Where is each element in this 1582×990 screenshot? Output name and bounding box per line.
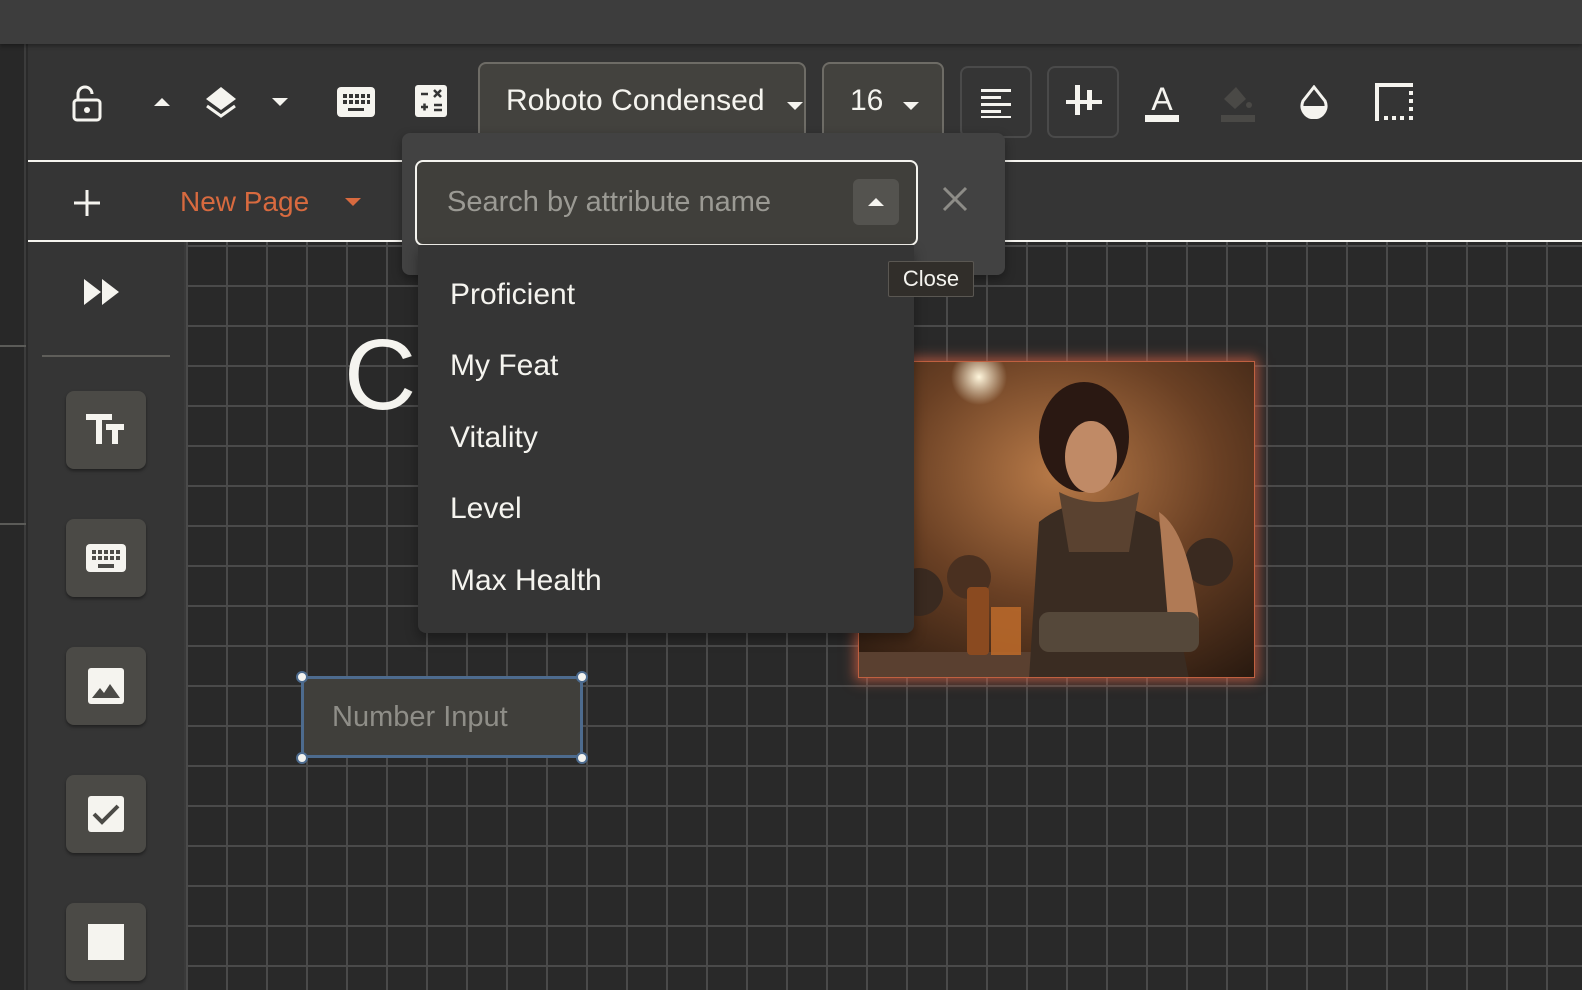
svg-text:A: A xyxy=(1151,83,1173,117)
resize-handle-top-right[interactable] xyxy=(576,671,588,683)
font-family-value: Roboto Condensed xyxy=(506,84,765,117)
number-input-placeholder: Number Input xyxy=(332,700,508,733)
lock-open-icon[interactable] xyxy=(68,82,106,124)
input-tool[interactable] xyxy=(66,519,146,597)
attribute-option[interactable]: Vitality xyxy=(418,402,914,474)
resize-handle-bottom-right[interactable] xyxy=(576,752,588,764)
sidebar-divider xyxy=(42,355,170,357)
border-style-icon[interactable] xyxy=(1374,82,1414,122)
chevron-down-icon xyxy=(903,84,920,118)
attribute-search-field[interactable] xyxy=(415,160,918,246)
text-tool[interactable] xyxy=(66,391,146,469)
calculator-icon[interactable] xyxy=(414,84,448,118)
checkbox-icon xyxy=(88,796,124,832)
fill-color-icon xyxy=(1220,82,1256,124)
text-color-icon[interactable]: A xyxy=(1144,82,1180,124)
font-size-value: 16 xyxy=(850,84,884,117)
close-icon xyxy=(942,186,968,212)
panel-divider xyxy=(0,523,26,525)
resize-handle-top-left[interactable] xyxy=(296,671,308,683)
attribute-option[interactable]: Max Health xyxy=(418,545,914,617)
attribute-option[interactable]: Proficient xyxy=(418,259,914,331)
shape-tool[interactable] xyxy=(66,903,146,981)
image-icon xyxy=(88,668,124,704)
panel-divider xyxy=(0,345,26,347)
fast-forward-icon[interactable] xyxy=(82,278,124,306)
chevron-down-icon[interactable] xyxy=(345,198,362,206)
close-button[interactable] xyxy=(942,186,976,220)
font-family-select[interactable]: Roboto Condensed xyxy=(478,62,806,138)
keyboard-icon xyxy=(86,544,126,572)
page-tab-label: New Page xyxy=(180,186,310,217)
canvas-heading-text[interactable]: C xyxy=(344,318,416,433)
text-align-button[interactable] xyxy=(960,66,1032,138)
font-size-select[interactable]: 16 xyxy=(822,62,944,138)
add-page-button[interactable] xyxy=(72,188,102,218)
letter-spacing-button[interactable] xyxy=(1047,66,1119,138)
keyboard-icon[interactable] xyxy=(336,86,376,118)
align-left-icon xyxy=(980,86,1012,118)
image-tool[interactable] xyxy=(66,647,146,725)
left-edge-panel xyxy=(0,44,26,990)
attribute-search-input[interactable] xyxy=(447,180,847,224)
tool-sidebar xyxy=(28,242,186,990)
text-size-icon xyxy=(86,414,124,444)
letter-spacing-icon xyxy=(1066,84,1102,120)
window-top-bar xyxy=(0,0,1582,44)
opacity-icon[interactable] xyxy=(1298,82,1330,122)
attribute-option[interactable]: My Feat xyxy=(418,331,914,403)
plus-icon xyxy=(74,190,100,216)
square-icon xyxy=(88,924,124,960)
page-tab-new-page[interactable]: New Page xyxy=(180,182,362,222)
close-tooltip: Close xyxy=(888,261,974,297)
collapse-options-button[interactable] xyxy=(853,179,899,225)
attribute-options-list: Proficient My Feat Vitality Level Max He… xyxy=(418,245,914,633)
resize-handle-bottom-left[interactable] xyxy=(296,752,308,764)
chevron-down-icon xyxy=(786,84,803,118)
number-input-element[interactable]: Number Input xyxy=(301,676,583,758)
attribute-option[interactable]: Level xyxy=(418,474,914,546)
chevron-up-icon xyxy=(868,198,884,206)
character-portrait-image xyxy=(859,362,1254,677)
caret-down-icon[interactable] xyxy=(268,94,292,110)
checkbox-tool[interactable] xyxy=(66,775,146,853)
caret-up-icon[interactable] xyxy=(150,94,174,110)
layers-icon[interactable] xyxy=(203,82,239,122)
canvas-image[interactable] xyxy=(858,361,1255,678)
